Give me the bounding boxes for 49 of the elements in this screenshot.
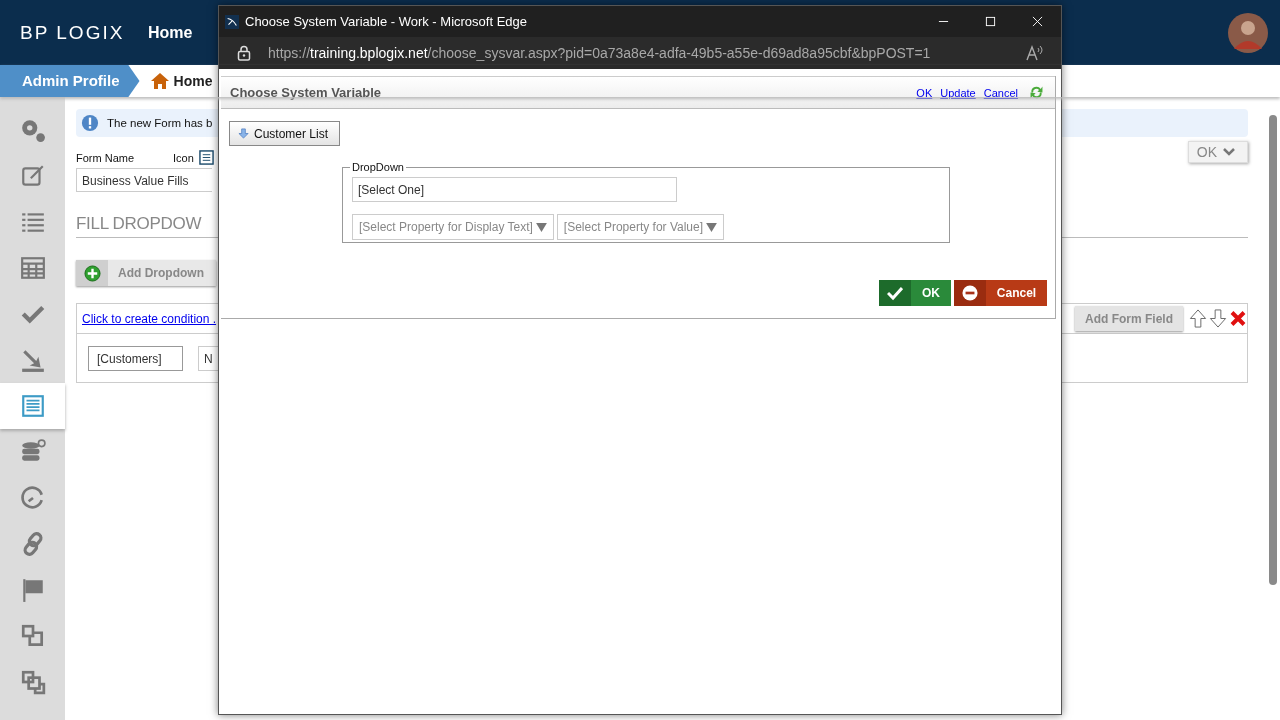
breadcrumb-home[interactable]: Home xyxy=(149,72,213,90)
lock-icon xyxy=(237,45,251,61)
cancel-button[interactable]: Cancel xyxy=(954,280,1047,306)
close-icon[interactable] xyxy=(1032,16,1043,27)
form-icon xyxy=(19,393,46,419)
sidebar-item[interactable] xyxy=(0,383,65,429)
chevron-icon xyxy=(1223,148,1235,156)
form-name-label: Form Name xyxy=(76,151,135,164)
read-aloud-icon[interactable] xyxy=(1025,44,1045,62)
copy-icon xyxy=(19,623,46,649)
layers-icon xyxy=(19,669,46,695)
header-link[interactable]: Update xyxy=(940,86,976,99)
value-property-select[interactable]: [Select Property for Value] xyxy=(556,214,725,240)
icon-label: Icon xyxy=(173,151,194,164)
avatar[interactable] xyxy=(1228,12,1268,53)
fieldset-legend: DropDown xyxy=(350,161,406,173)
refresh-icon[interactable] xyxy=(1028,84,1045,101)
table-icon xyxy=(19,255,46,281)
plus-icon xyxy=(83,264,101,282)
down-arrow-icon[interactable] xyxy=(1209,309,1227,328)
maximize-icon[interactable] xyxy=(985,16,996,27)
create-condition-link[interactable]: Click to create condition . xyxy=(82,311,217,326)
source-field[interactable]: [Customers] xyxy=(88,345,183,371)
caret-icon xyxy=(535,222,547,232)
app-icon xyxy=(225,14,239,29)
logo[interactable]: BP LOGIX xyxy=(20,21,128,44)
down-arrow-icon xyxy=(238,128,249,139)
select-one-field[interactable]: [Select One] xyxy=(352,177,677,202)
minus-circle-icon xyxy=(962,285,978,301)
header-link[interactable]: Cancel xyxy=(983,86,1018,99)
edit-icon xyxy=(19,163,46,189)
import-icon xyxy=(19,347,46,373)
display-property-select[interactable]: [Select Property for Display Text] xyxy=(352,214,554,240)
customer-list-button[interactable]: Customer List xyxy=(229,121,341,146)
window-title: Choose System Variable - Work - Microsoft Edge xyxy=(245,14,527,29)
clock-icon xyxy=(19,485,46,511)
ok-button[interactable]: OK xyxy=(879,280,951,306)
caret-icon xyxy=(706,222,718,232)
delete-icon[interactable] xyxy=(1229,309,1247,328)
nav-link[interactable]: Home xyxy=(148,23,193,42)
form-icon[interactable] xyxy=(198,150,214,165)
home-icon xyxy=(149,72,170,90)
up-arrow-icon[interactable] xyxy=(1189,309,1207,328)
banner-text: The new Form has b xyxy=(107,117,213,129)
dialog-title: Choose System Variable xyxy=(230,85,381,100)
form-name-field[interactable]: Business Value Fills xyxy=(76,168,212,192)
info-icon xyxy=(81,114,99,132)
check-icon xyxy=(887,285,903,301)
header-link[interactable]: OK xyxy=(916,86,933,99)
